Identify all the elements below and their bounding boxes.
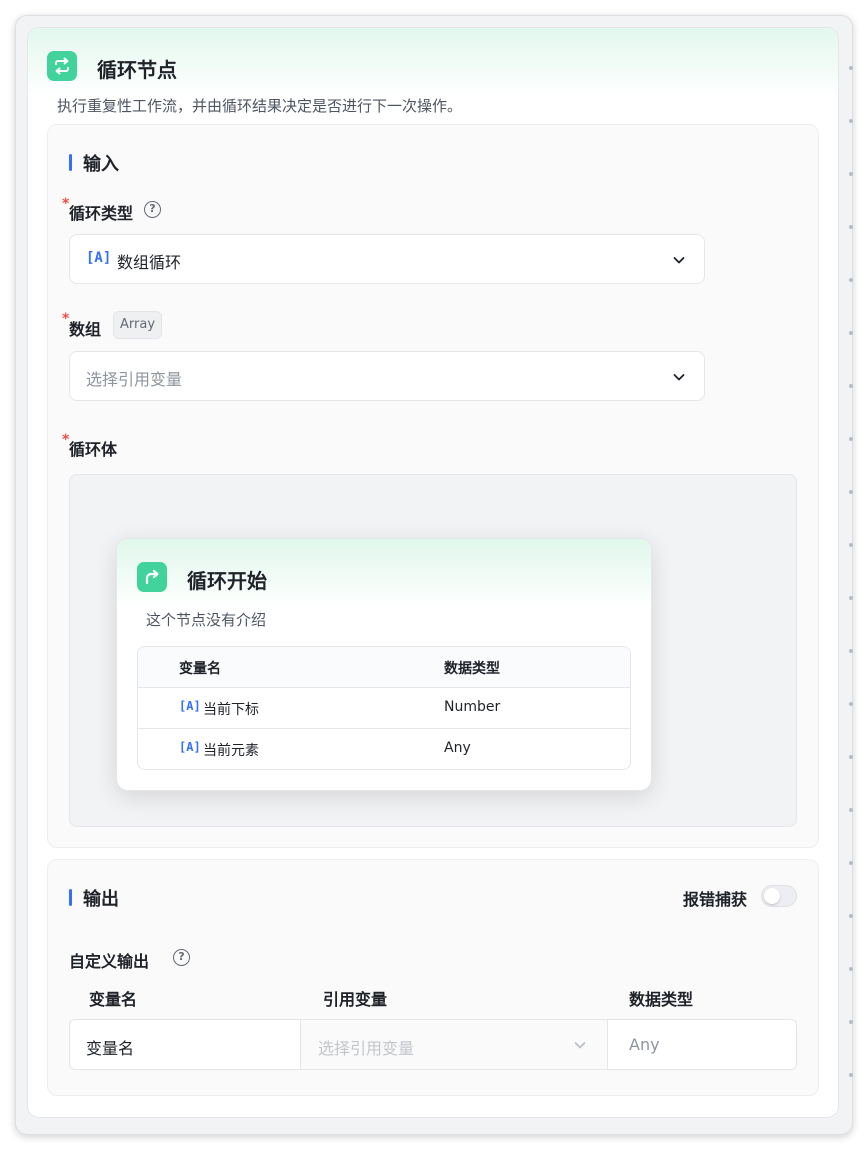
output-name-placeholder: 变量名 (86, 1039, 135, 1058)
input-section-title: 输入 (69, 150, 119, 176)
output-name-input[interactable]: 变量名 (70, 1020, 301, 1069)
variable-name: 当前下标 (203, 702, 259, 718)
array-type-tag: [A] (179, 699, 201, 713)
node-title: 循环节点 (97, 58, 177, 82)
column-header-variable-name: 变量名 (89, 990, 138, 1009)
question-circle-icon[interactable]: ? (144, 201, 161, 218)
output-type-select[interactable]: Any (608, 1020, 796, 1069)
array-type-tag: [A] (179, 740, 201, 754)
table-row: [A] 当前下标 Number (138, 688, 630, 729)
loop-body-label: 循环体 (69, 440, 118, 459)
loop-type-select[interactable]: [A] 数组循环 (69, 234, 705, 284)
loop-arrows-icon (47, 51, 77, 81)
output-reference-select[interactable]: 选择引用变量 (301, 1020, 608, 1069)
custom-output-label: 自定义输出 (69, 952, 150, 971)
chevron-down-icon (574, 1042, 586, 1049)
start-node-variable-table: 变量名 数据类型 [A] 当前下标 Number [A] 当前元素 Any (137, 646, 631, 770)
table-header-row: 变量名 数据类型 (138, 647, 630, 688)
chevron-down-icon (673, 374, 685, 381)
array-label: 数组 (69, 320, 102, 339)
array-type-tag: [A] (86, 250, 112, 266)
table-row: [A] 当前元素 Any (138, 729, 630, 769)
output-type-value: Any (629, 1035, 660, 1054)
array-select[interactable]: 选择引用变量 (69, 351, 705, 401)
node-description: 执行重复性工作流，并由循环结果决定是否进行下一次操作。 (57, 97, 463, 115)
loop-type-value: 数组循环 (117, 253, 182, 272)
start-node-title: 循环开始 (187, 569, 267, 593)
loop-start-icon (137, 562, 167, 592)
error-catch-label: 报错捕获 (683, 890, 748, 909)
chevron-down-icon (673, 257, 685, 264)
column-header-variable-name: 变量名 (179, 661, 221, 677)
output-section-title: 输出 (69, 885, 119, 911)
column-header-data-type: 数据类型 (444, 661, 500, 677)
array-select-placeholder: 选择引用变量 (86, 370, 183, 389)
variable-name: 当前元素 (203, 743, 259, 759)
array-type-badge: Array (113, 311, 163, 339)
output-reference-placeholder: 选择引用变量 (318, 1039, 415, 1058)
custom-output-row: 变量名 选择引用变量 Any (69, 1019, 797, 1070)
loop-start-node[interactable]: 循环开始 这个节点没有介绍 变量名 数据类型 [A] 当前下标 Number [… (116, 538, 652, 791)
question-circle-icon[interactable]: ? (173, 949, 190, 966)
column-header-data-type: 数据类型 (629, 990, 694, 1009)
loop-type-label: 循环类型 (69, 204, 134, 223)
variable-type: Number (444, 699, 501, 715)
error-catch-toggle[interactable] (761, 885, 797, 907)
column-header-reference-variable: 引用变量 (323, 990, 388, 1009)
variable-type: Any (444, 740, 471, 756)
start-node-description: 这个节点没有介绍 (146, 611, 267, 629)
